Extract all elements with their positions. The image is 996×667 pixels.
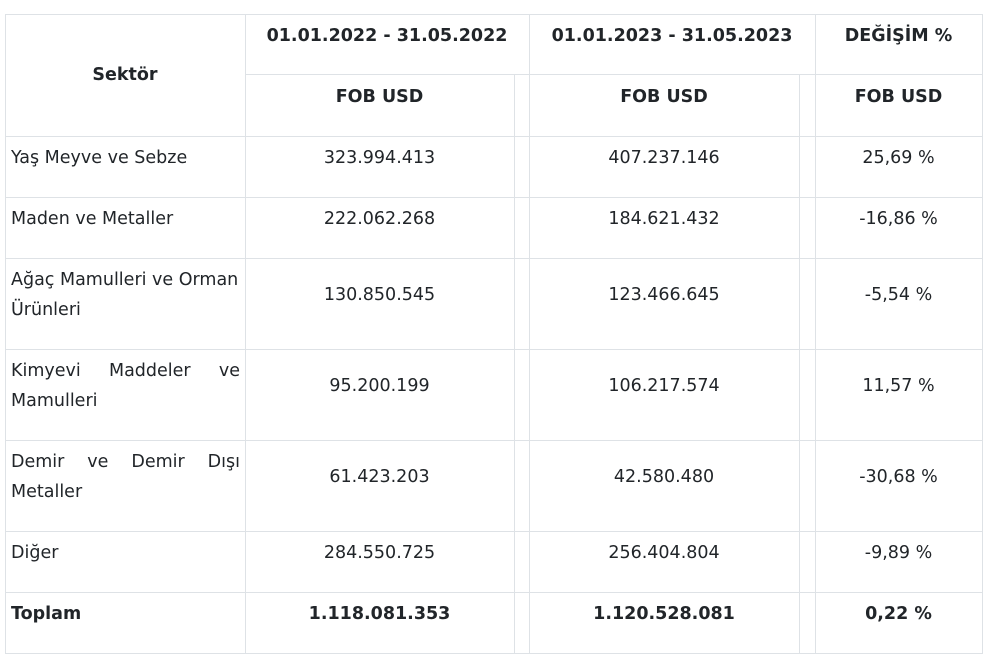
sector-header: Sektör <box>92 65 158 85</box>
grid-line <box>982 14 983 654</box>
sector-cell: Demir ve Demir Dışı Metaller <box>11 452 240 502</box>
value-2023-cell: 123.466.645 <box>608 285 720 305</box>
sector-cell: Ağaç Mamulleri ve Orman Ürünleri <box>11 270 239 320</box>
grid-line <box>5 531 982 532</box>
total-change-cell: 0,22 % <box>865 604 932 624</box>
total-label: Toplam <box>11 604 82 624</box>
period-2023-header: 01.01.2023 - 31.05.2023 <box>551 26 793 46</box>
value-2023-cell: 407.237.146 <box>608 148 720 168</box>
fob-2022-header: FOB USD <box>335 87 424 107</box>
value-2022-cell: 61.423.203 <box>329 467 430 487</box>
fob-2023-header: FOB USD <box>620 87 708 107</box>
change-header: DEĞİŞİM % <box>844 26 953 46</box>
value-2023-cell: 42.580.480 <box>613 467 715 487</box>
value-2022-cell: 323.994.413 <box>323 148 436 168</box>
sector-cell: Diğer <box>11 543 59 563</box>
period-2022-header: 01.01.2022 - 31.05.2022 <box>266 26 508 46</box>
value-2022-cell: 130.850.545 <box>323 285 436 305</box>
change-cell: -5,54 % <box>864 285 933 305</box>
change-cell: 11,57 % <box>862 376 935 396</box>
grid-line <box>5 197 982 198</box>
grid-line <box>799 74 800 654</box>
change-cell: 25,69 % <box>862 148 935 168</box>
sector-cell: Kimyevi Maddeler ve Mamulleri <box>11 361 240 411</box>
fob-change-header: FOB USD <box>854 87 943 107</box>
value-2023-cell: 256.404.804 <box>608 543 720 563</box>
change-cell: -9,89 % <box>864 543 933 563</box>
change-cell: -30,68 % <box>859 467 938 487</box>
change-cell: -16,86 % <box>859 209 938 229</box>
grid-line <box>5 653 982 654</box>
sector-cell: Yaş Meyve ve Sebze <box>11 148 188 168</box>
value-2022-cell: 95.200.199 <box>329 376 430 396</box>
value-2023-cell: 184.621.432 <box>608 209 720 229</box>
value-2023-cell: 106.217.574 <box>608 376 720 396</box>
grid-line <box>5 440 982 441</box>
grid-line <box>5 592 982 593</box>
value-2022-cell: 284.550.725 <box>323 543 436 563</box>
grid-line <box>5 349 982 350</box>
grid-line <box>5 258 982 259</box>
sector-cell: Maden ve Metaller <box>11 209 174 229</box>
grid-line <box>514 74 515 654</box>
total-2023-cell: 1.120.528.081 <box>593 604 735 624</box>
total-2022-cell: 1.118.081.353 <box>308 604 451 624</box>
grid-line <box>5 136 982 137</box>
value-2022-cell: 222.062.268 <box>323 209 436 229</box>
